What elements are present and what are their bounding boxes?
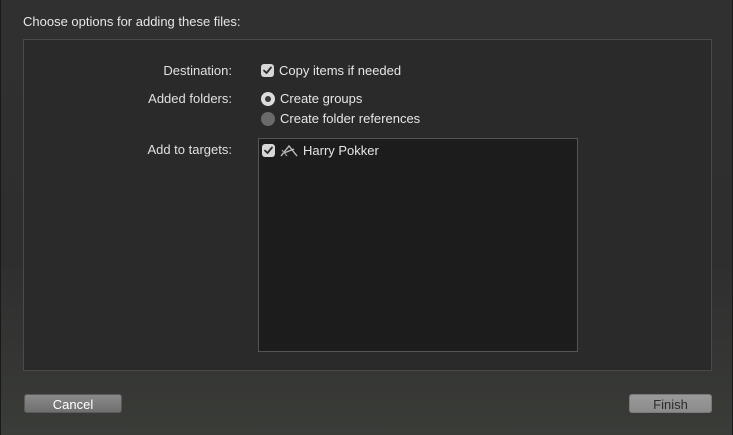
create-groups-label: Create groups: [280, 91, 363, 106]
add-to-targets-label: Add to targets:: [147, 142, 232, 157]
create-groups-radio[interactable]: [261, 91, 275, 106]
create-groups-radio-row[interactable]: Create groups: [261, 91, 362, 106]
added-folders-label: Added folders:: [148, 91, 232, 106]
destination-label: Destination:: [163, 63, 232, 78]
finish-button[interactable]: Finish: [629, 394, 712, 413]
target-item[interactable]: Harry Pokker: [262, 143, 379, 158]
dialog-header: Choose options for adding these files:: [23, 14, 241, 29]
copy-items-checkbox[interactable]: [261, 64, 274, 77]
cancel-button[interactable]: Cancel: [24, 394, 122, 413]
checkmark-icon: [263, 66, 272, 74]
target-label: Harry Pokker: [303, 143, 379, 158]
app-target-icon: [280, 144, 298, 156]
create-folder-references-radio[interactable]: [261, 111, 275, 126]
target-checkbox[interactable]: [262, 144, 275, 157]
checkmark-icon: [264, 146, 273, 154]
create-folder-references-label: Create folder references: [280, 111, 421, 126]
create-folder-references-radio-row[interactable]: Create folder references: [261, 111, 420, 126]
add-files-dialog: Choose options for adding these files: D…: [0, 0, 733, 435]
options-panel: Destination: Copy items if needed Added …: [23, 39, 712, 371]
targets-list[interactable]: Harry Pokker: [258, 138, 578, 352]
copy-items-label: Copy items if needed: [279, 63, 402, 78]
copy-items-checkbox-row[interactable]: Copy items if needed: [261, 63, 401, 78]
